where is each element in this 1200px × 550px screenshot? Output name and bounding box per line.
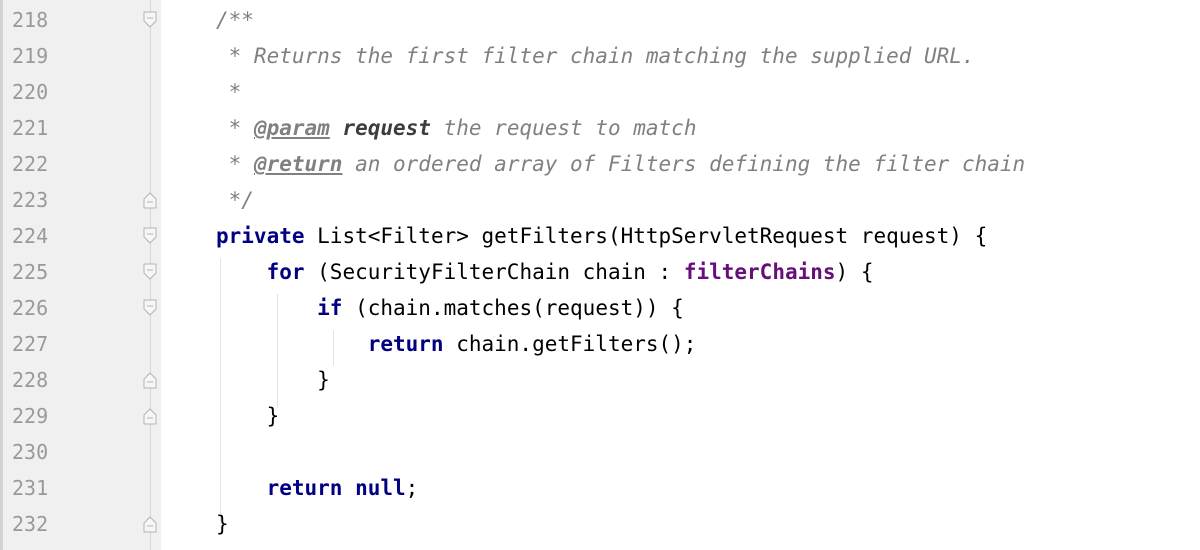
fold-start-icon[interactable] (143, 263, 157, 281)
code-text: } (216, 404, 280, 428)
code-editor[interactable]: 218 /** 219 * Returns the first filter c… (0, 0, 1200, 550)
code-text: * @param request the request to match (216, 116, 697, 140)
code-text: return null; (266, 476, 419, 500)
code-text: } (216, 512, 229, 536)
code-line[interactable]: 229 } (0, 398, 1200, 434)
code-line[interactable]: 222 * @return an ordered array of Filter… (0, 146, 1200, 182)
line-number: 222 (12, 152, 49, 176)
fold-start-icon[interactable] (143, 227, 157, 245)
line-number: 225 (12, 260, 49, 284)
line-number: 221 (12, 116, 49, 140)
fold-end-icon[interactable] (143, 407, 157, 425)
code-line[interactable]: 221 * @param request the request to matc… (0, 110, 1200, 146)
javadoc-tag: @return (253, 152, 343, 176)
line-number: 219 (12, 44, 49, 68)
code-line[interactable]: 226 if (chain.matches(request)) { (0, 290, 1200, 326)
line-number: 227 (12, 332, 49, 356)
line-number: 223 (12, 188, 49, 212)
line-number: 220 (12, 80, 49, 104)
code-line[interactable]: 228 } (0, 362, 1200, 398)
line-number: 229 (12, 404, 49, 428)
code-text: private List<Filter> getFilters(HttpServ… (216, 224, 988, 248)
code-text: * (216, 80, 242, 104)
code-text: * Returns the first filter chain matchin… (216, 44, 975, 68)
code-line[interactable]: 223 */ (0, 182, 1200, 218)
code-line[interactable]: 230 (0, 434, 1200, 470)
fold-end-icon[interactable] (143, 515, 157, 533)
code-text: } (216, 368, 330, 392)
code-line[interactable]: 227 return chain.getFilters(); (0, 326, 1200, 362)
field-reference: filterChains (683, 260, 836, 284)
keyword: for (266, 260, 305, 284)
code-line[interactable]: 224 private List<Filter> getFilters(Http… (0, 218, 1200, 254)
code-line[interactable]: 219 * Returns the first filter chain mat… (0, 38, 1200, 74)
line-number: 224 (12, 224, 49, 248)
code-line[interactable]: 218 /** (0, 2, 1200, 38)
code-line[interactable]: 225 for (SecurityFilterChain chain : fil… (0, 254, 1200, 290)
keyword: return (367, 332, 444, 356)
line-number: 230 (12, 440, 49, 464)
fold-start-icon[interactable] (143, 299, 157, 317)
line-number: 226 (12, 296, 49, 320)
line-number: 218 (12, 8, 49, 32)
fold-start-icon[interactable] (143, 11, 157, 29)
line-number: 231 (12, 476, 49, 500)
code-text: for (SecurityFilterChain chain : filterC… (266, 260, 874, 284)
fold-end-icon[interactable] (143, 191, 157, 209)
code-line[interactable]: 220 * (0, 74, 1200, 110)
code-text: */ (216, 188, 254, 212)
code-text: * @return an ordered array of Filters de… (216, 152, 1026, 176)
javadoc-param-name: request (342, 116, 431, 140)
keyword: private (216, 224, 305, 248)
code-text: /** (216, 8, 254, 32)
fold-end-icon[interactable] (143, 371, 157, 389)
keyword: null (355, 476, 406, 500)
code-text: if (chain.matches(request)) { (317, 296, 684, 320)
line-number: 228 (12, 368, 49, 392)
code-line[interactable]: 232 } (0, 506, 1200, 542)
code-text: return chain.getFilters(); (367, 332, 697, 356)
code-line[interactable]: 231 return null; (0, 470, 1200, 506)
line-number: 232 (12, 512, 49, 536)
keyword: if (317, 296, 343, 320)
javadoc-tag: @param (253, 116, 330, 140)
keyword: return (266, 476, 343, 500)
